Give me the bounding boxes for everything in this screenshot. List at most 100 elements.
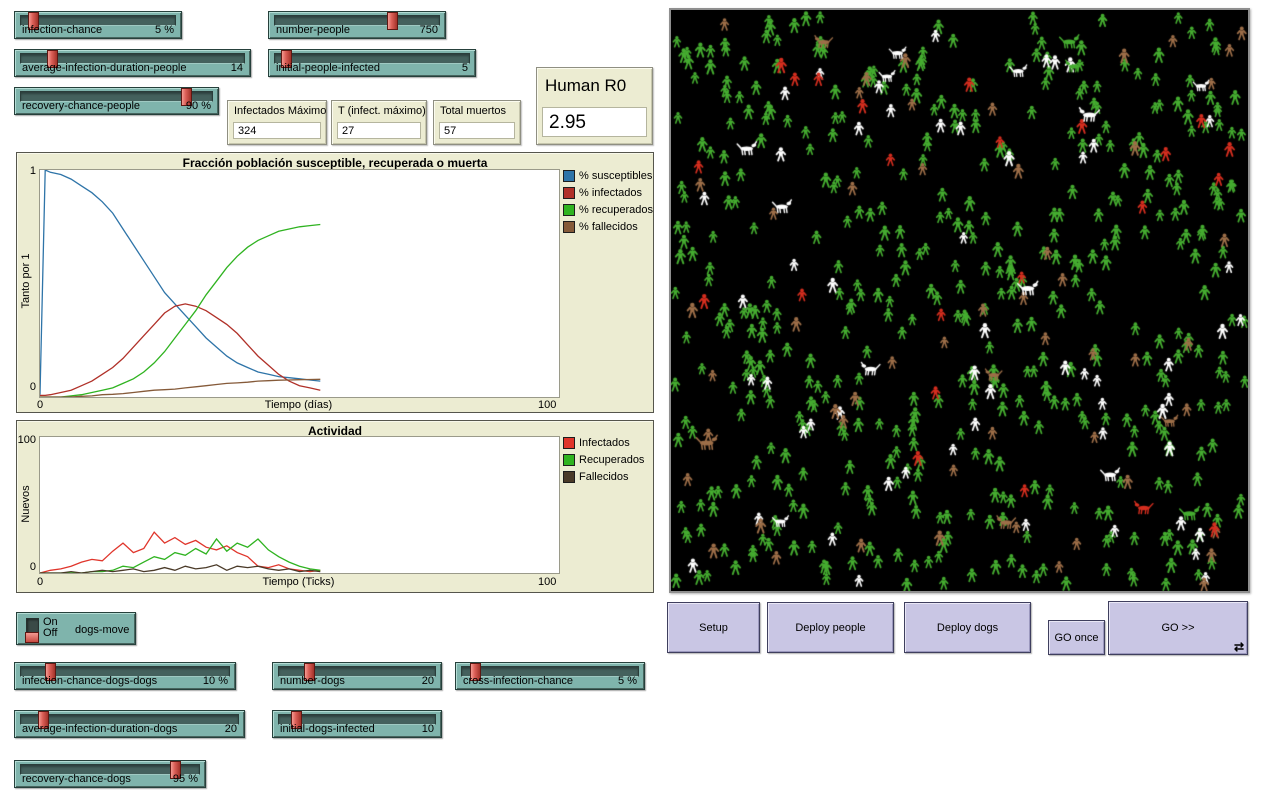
slider-value: 750 <box>420 24 438 36</box>
y-axis-label: Nuevos <box>20 485 32 522</box>
slider-average-infection-duration-people[interactable]: average-infection-duration-people 14 <box>14 49 251 77</box>
slider-value: 20 <box>225 723 237 735</box>
plot-title: Fracción población susceptible, recupera… <box>17 156 653 170</box>
series-line <box>40 225 320 398</box>
monitor-infectados-maximo: Infectados Máximo 324 <box>227 100 327 145</box>
legend-label: Infectados <box>579 437 630 449</box>
slider-label: initial-dogs-infected <box>280 723 375 735</box>
legend-swatch-fallecidos <box>563 221 575 233</box>
slider-initial-people-infected[interactable]: initial-people-infected 5 <box>268 49 476 77</box>
legend-label: Recuperados <box>579 454 644 466</box>
slider-infection-chance[interactable]: infection-chance 5 % <box>14 11 182 39</box>
series-line <box>40 565 320 573</box>
y-axis-max-tick: 1 <box>17 165 36 177</box>
slider-initial-dogs-infected[interactable]: initial-dogs-infected 10 <box>272 710 442 738</box>
series-line <box>40 532 320 573</box>
monitor-value: 324 <box>233 122 321 139</box>
series-line <box>40 170 320 395</box>
switch-label: dogs-move <box>75 624 129 636</box>
slider-value: 10 <box>422 723 434 735</box>
legend-swatch-recuperados <box>563 454 575 466</box>
deploy-dogs-button[interactable]: Deploy dogs <box>904 602 1031 653</box>
x-axis-label: Tiempo (Ticks) <box>39 576 558 588</box>
plot-canvas <box>39 436 560 574</box>
slider-value: 5 <box>462 62 468 74</box>
legend-item: Fallecidos <box>563 471 644 483</box>
series-line <box>40 304 320 396</box>
legend-item: Infectados <box>563 437 644 449</box>
legend-label: % susceptibles <box>579 170 652 182</box>
y-axis-min-tick: 0 <box>17 561 36 573</box>
monitor-value: 57 <box>439 122 515 139</box>
slider-average-infection-duration-dogs[interactable]: average-infection-duration-dogs20 <box>14 710 245 738</box>
legend-label: % infectados <box>579 187 642 199</box>
button-label: Setup <box>699 622 728 634</box>
plot-actividad: Actividad 100 0 Nuevos 0 100 Tiempo (Tic… <box>16 420 654 593</box>
forever-icon: ⇄ <box>1234 641 1244 653</box>
slider-label: recovery-chance-dogs <box>22 773 131 785</box>
legend-swatch-infectados <box>563 437 575 449</box>
legend-swatch-susceptibles <box>563 170 575 182</box>
slider-infection-chance-dogs-dogs[interactable]: infection-chance-dogs-dogs 10 % <box>14 662 236 690</box>
monitor-value: 2.95 <box>542 107 647 137</box>
legend-item: % recuperados <box>563 204 653 216</box>
slider-number-people[interactable]: number-people 750 <box>268 11 446 39</box>
button-label: Deploy people <box>795 622 865 634</box>
slider-label: number-people <box>276 24 350 36</box>
slider-label: cross-infection-chance <box>463 675 573 687</box>
legend-swatch-infectados <box>563 187 575 199</box>
slider-label: number-dogs <box>280 675 345 687</box>
slider-value: 5 % <box>618 675 637 687</box>
button-label: GO >> <box>1161 622 1194 634</box>
slider-value: 20 <box>422 675 434 687</box>
y-axis-min-tick: 0 <box>17 381 36 393</box>
slider-cross-infection-chance[interactable]: cross-infection-chance 5 % <box>455 662 645 690</box>
setup-button[interactable]: Setup <box>667 602 760 653</box>
monitor-t-infect-maximo: T (infect. máximo) 27 <box>331 100 427 145</box>
legend-swatch-fallecidos <box>563 471 575 483</box>
legend-item: % fallecidos <box>563 221 653 233</box>
plot-fraccion-poblacion: Fracción población susceptible, recupera… <box>16 152 654 413</box>
slider-value: 5 % <box>155 24 174 36</box>
button-label: GO once <box>1054 632 1098 644</box>
plot-canvas <box>39 169 560 398</box>
switch-dogs-move[interactable]: On Off dogs-move <box>16 612 136 645</box>
monitor-label: T (infect. máximo) <box>332 101 426 118</box>
legend-label: Fallecidos <box>579 471 629 483</box>
legend-label: % recuperados <box>579 204 653 216</box>
go-once-button[interactable]: GO once <box>1048 620 1105 655</box>
y-axis-max-tick: 100 <box>17 434 36 446</box>
legend-swatch-recuperados <box>563 204 575 216</box>
slider-recovery-chance-dogs[interactable]: recovery-chance-dogs 95 % <box>14 760 206 788</box>
legend-item: % susceptibles <box>563 170 653 182</box>
monitor-label: Infectados Máximo <box>228 101 326 118</box>
slider-value: 95 % <box>173 773 198 785</box>
slider-value: 90 % <box>186 100 211 112</box>
go-forever-button[interactable]: GO >> ⇄ <box>1108 601 1248 655</box>
switch-handle[interactable] <box>25 632 39 643</box>
legend-label: % fallecidos <box>579 221 638 233</box>
plot-legend: % susceptibles % infectados % recuperado… <box>563 170 653 233</box>
deploy-people-button[interactable]: Deploy people <box>767 602 894 653</box>
switch-track[interactable] <box>26 618 39 642</box>
slider-label: initial-people-infected <box>276 62 380 74</box>
plot-legend: Infectados Recuperados Fallecidos <box>563 437 644 483</box>
slider-value: 10 % <box>203 675 228 687</box>
world-canvas <box>671 10 1248 591</box>
slider-label: recovery-chance-people <box>22 100 140 112</box>
button-label: Deploy dogs <box>937 622 998 634</box>
slider-label: infection-chance <box>22 24 102 36</box>
slider-value: 14 <box>231 62 243 74</box>
x-axis-label: Tiempo (días) <box>39 399 558 411</box>
legend-item: % infectados <box>563 187 653 199</box>
world-view <box>669 8 1250 593</box>
monitor-value: 27 <box>337 122 421 139</box>
legend-item: Recuperados <box>563 454 644 466</box>
slider-number-dogs[interactable]: number-dogs 20 <box>272 662 442 690</box>
monitor-label: Total muertos <box>434 101 520 118</box>
slider-recovery-chance-people[interactable]: recovery-chance-people 90 % <box>14 87 219 115</box>
y-axis-label: Tanto por 1 <box>20 253 32 308</box>
slider-label: average-infection-duration-people <box>22 62 187 74</box>
slider-label: infection-chance-dogs-dogs <box>22 675 157 687</box>
switch-off-label: Off <box>43 627 57 639</box>
